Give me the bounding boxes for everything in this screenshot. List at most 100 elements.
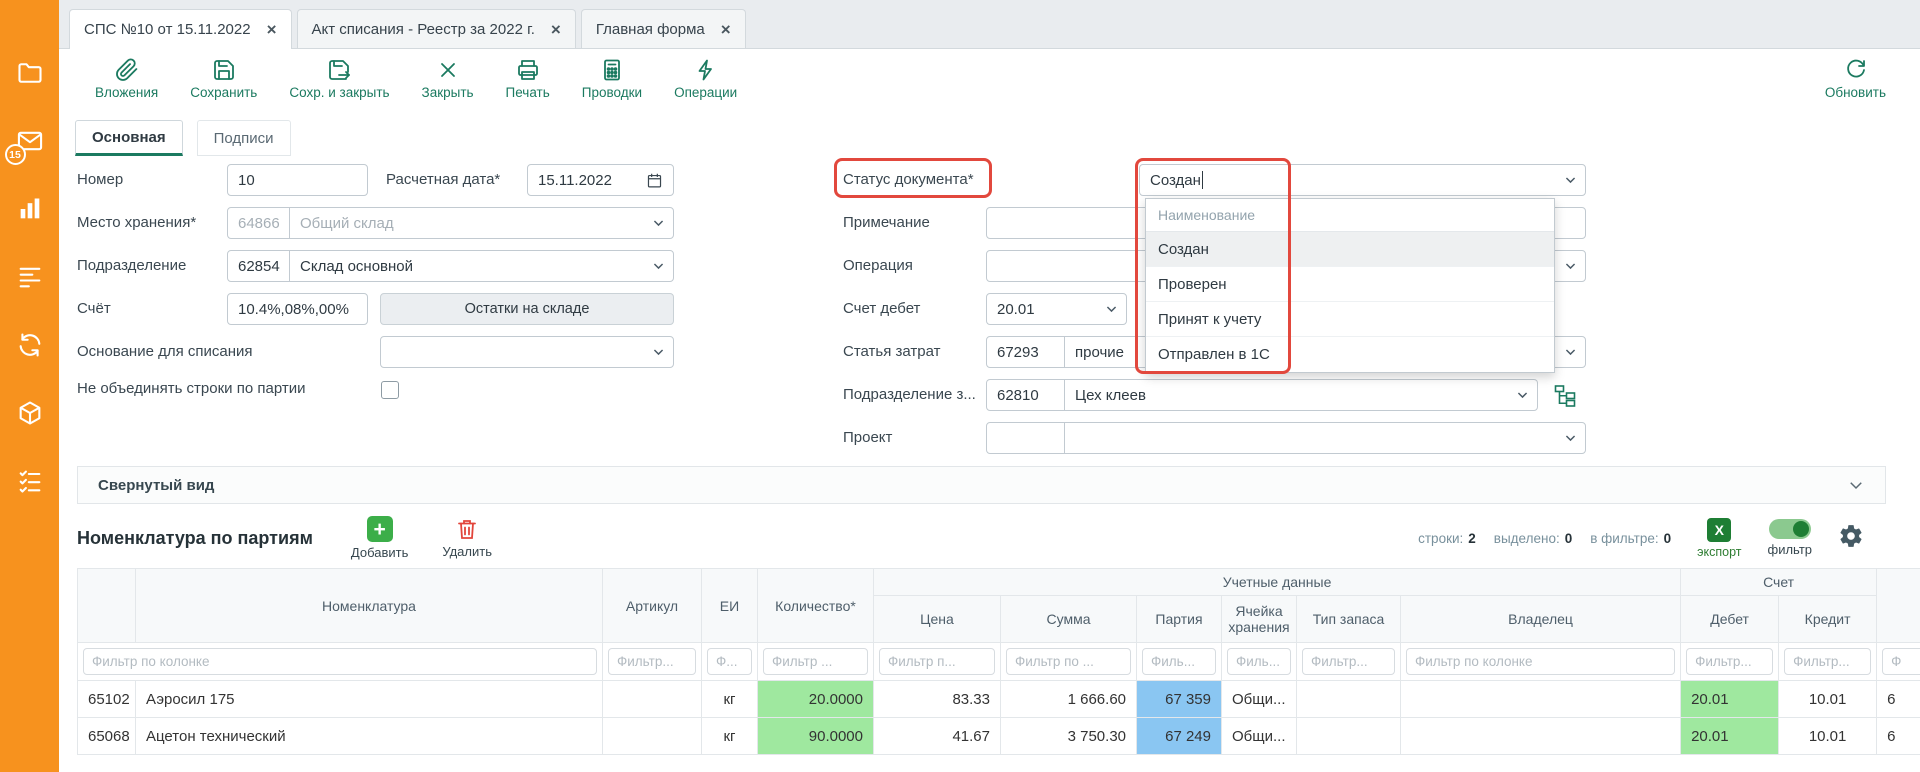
col-header-debit[interactable]: Дебет (1681, 596, 1779, 643)
filter-input-storage-cell[interactable] (1227, 648, 1291, 675)
collapsed-view-bar[interactable]: Свернутый вид (77, 466, 1886, 504)
filter-input-owner[interactable] (1406, 648, 1675, 675)
department-select[interactable]: Склад основной (289, 250, 674, 282)
stock-box-icon[interactable] (16, 399, 44, 427)
filter-input-articul[interactable] (608, 648, 696, 675)
filter-input-batch[interactable] (1142, 648, 1216, 675)
project-select[interactable] (1064, 422, 1586, 454)
tab-main-form[interactable]: Главная форма × (581, 9, 746, 48)
close-icon[interactable]: × (721, 21, 731, 38)
postings-button[interactable]: Проводки (582, 58, 642, 100)
col-header-unit[interactable]: ЕИ (702, 569, 758, 643)
delete-row-button[interactable]: Удалить (442, 517, 492, 559)
filter-input-unit[interactable] (707, 648, 752, 675)
cell-storage-cell[interactable]: Общи... (1222, 718, 1297, 755)
filter-input-nomenclature[interactable] (83, 648, 597, 675)
col-header-nomenclature[interactable]: Номенклатура (136, 569, 603, 643)
debit-account-select[interactable]: 20.01 (986, 293, 1127, 325)
table-row[interactable]: 65068 Ацетон технический кг 90.0000 41.6… (78, 718, 1920, 755)
cost-item-code[interactable]: 67293 (986, 336, 1065, 368)
col-header-sum[interactable]: Сумма (1001, 596, 1137, 643)
export-excel-button[interactable]: X экспорт (1697, 518, 1741, 559)
cell-nomenclature[interactable]: Аэросил 175 (136, 681, 603, 718)
tasks-icon[interactable] (16, 467, 44, 495)
folder-icon[interactable] (16, 59, 44, 87)
cell-quantity[interactable]: 20.0000 (758, 681, 874, 718)
status-option-checked[interactable]: Проверен (1146, 267, 1554, 302)
cell-sum[interactable]: 3 750.30 (1001, 718, 1137, 755)
attachments-button[interactable]: Вложения (95, 58, 158, 100)
cell-sum[interactable]: 1 666.60 (1001, 681, 1137, 718)
cell-price[interactable]: 83.33 (874, 681, 1001, 718)
hierarchy-button[interactable] (1550, 380, 1580, 410)
cell-stock-type[interactable] (1297, 681, 1401, 718)
tab-main[interactable]: Основная (75, 120, 183, 156)
col-header-batch[interactable]: Партия (1137, 596, 1222, 643)
cell-debit[interactable]: 20.01 (1681, 718, 1779, 755)
cell-articul[interactable] (603, 681, 702, 718)
project-code[interactable] (986, 422, 1065, 454)
cell-unit[interactable]: кг (702, 681, 758, 718)
storage-code[interactable]: 64866 (227, 207, 290, 239)
cell-nomenclature[interactable]: Ацетон технический (136, 718, 603, 755)
save-button[interactable]: Сохранить (190, 58, 257, 100)
stock-remains-button[interactable]: Остатки на складе (380, 293, 674, 325)
close-button[interactable]: Закрыть (422, 58, 474, 100)
toggle-on-icon[interactable] (1769, 519, 1811, 539)
cell-batch[interactable]: 67 249 (1137, 718, 1222, 755)
cell-quantity[interactable]: 90.0000 (758, 718, 874, 755)
operations-button[interactable]: Операции (674, 58, 737, 100)
refresh-button[interactable]: Обновить (1825, 58, 1886, 100)
chevron-down-icon[interactable] (1847, 476, 1865, 494)
col-header-articul[interactable]: Артикул (603, 569, 702, 643)
filter-input-extra[interactable] (1882, 648, 1920, 675)
cell-stock-type[interactable] (1297, 718, 1401, 755)
filter-input-price[interactable] (879, 648, 995, 675)
cost-department-code[interactable]: 62810 (986, 379, 1065, 411)
close-icon[interactable]: × (267, 21, 277, 38)
no-merge-checkbox[interactable] (381, 381, 399, 399)
calc-date-input[interactable]: 15.11.2022 (527, 164, 674, 196)
status-option-accepted[interactable]: Принят к учету (1146, 302, 1554, 337)
cell-row-id[interactable]: 65102 (78, 681, 136, 718)
bar-chart-icon[interactable] (16, 195, 44, 223)
writeoff-reason-select[interactable] (380, 336, 674, 368)
cell-extra[interactable]: 6 (1877, 718, 1920, 755)
tab-register[interactable]: Акт списания - Реестр за 2022 г. × (297, 9, 576, 48)
col-header-price[interactable]: Цена (874, 596, 1001, 643)
col-header-stock-type[interactable]: Тип запаса (1297, 596, 1401, 643)
status-combobox[interactable]: Создан (1139, 164, 1586, 196)
cell-debit[interactable]: 20.01 (1681, 681, 1779, 718)
status-option-created[interactable]: Создан (1146, 232, 1554, 267)
col-header-credit[interactable]: Кредит (1779, 596, 1877, 643)
mail-icon[interactable]: 15 (16, 127, 44, 155)
cell-owner[interactable] (1401, 718, 1681, 755)
storage-select[interactable]: Общий склад (289, 207, 674, 239)
calendar-icon[interactable] (646, 172, 663, 189)
cell-credit[interactable]: 10.01 (1779, 718, 1877, 755)
col-header-owner[interactable]: Владелец (1401, 596, 1681, 643)
status-option-sent[interactable]: Отправлен в 1С (1146, 337, 1554, 372)
cell-extra[interactable]: 6 (1877, 681, 1920, 718)
tab-document[interactable]: СПС №10 от 15.11.2022 × (69, 9, 292, 49)
number-input[interactable] (227, 164, 368, 196)
cell-price[interactable]: 41.67 (874, 718, 1001, 755)
print-button[interactable]: Печать (506, 58, 550, 100)
close-icon[interactable]: × (551, 21, 561, 38)
table-row[interactable]: 65102 Аэросил 175 кг 20.0000 83.33 1 666… (78, 681, 1920, 718)
cell-storage-cell[interactable]: Общи... (1222, 681, 1297, 718)
cell-owner[interactable] (1401, 681, 1681, 718)
cost-department-select[interactable]: Цех клеев (1064, 379, 1538, 411)
cell-credit[interactable]: 10.01 (1779, 681, 1877, 718)
cell-batch[interactable]: 67 359 (1137, 681, 1222, 718)
col-header-quantity[interactable]: Количество* (758, 569, 874, 643)
add-row-button[interactable]: + Добавить (351, 516, 408, 560)
account-input[interactable] (227, 293, 368, 325)
tab-signatures[interactable]: Подписи (197, 120, 291, 156)
save-and-close-button[interactable]: Сохр. и закрыть (289, 58, 389, 100)
cell-unit[interactable]: кг (702, 718, 758, 755)
filter-input-quantity[interactable] (763, 648, 868, 675)
filter-toggle[interactable]: фильтр (1768, 519, 1812, 557)
sync-icon[interactable] (16, 331, 44, 359)
col-header-storage-cell[interactable]: Ячейка хранения (1222, 596, 1297, 643)
